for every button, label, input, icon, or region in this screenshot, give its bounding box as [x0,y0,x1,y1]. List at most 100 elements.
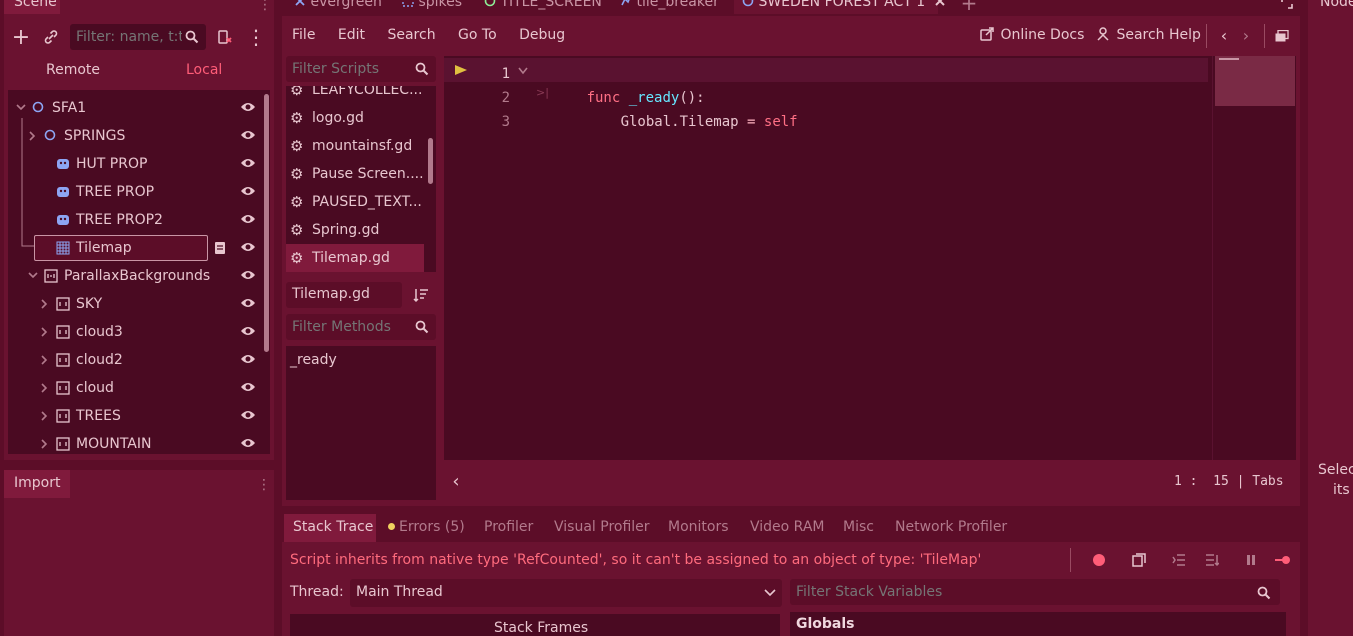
minimap[interactable] [1212,56,1296,460]
visibility-eye-icon[interactable] [240,409,256,421]
script-list-item[interactable]: ⚙ Tilemap.gd [286,244,424,272]
filter-methods-field[interactable] [286,314,436,340]
expand-arrow-icon[interactable] [40,383,50,393]
float-window-icon[interactable] [1274,28,1290,44]
expand-arrow-icon[interactable] [40,411,50,421]
editor-tab[interactable]: spikes [402,0,462,10]
visibility-eye-icon[interactable] [240,269,256,281]
maximize-icon[interactable] [1280,0,1294,10]
filter-methods-input[interactable] [292,318,410,336]
scene-node-row[interactable]: SFA1 [8,94,260,122]
scene-node-row[interactable]: MOUNTAIN [8,430,260,458]
menu-search[interactable]: Search [387,27,435,43]
collapse-panel-icon[interactable]: ‹ [450,471,462,492]
visibility-eye-icon[interactable] [240,101,256,113]
visibility-eye-icon[interactable] [240,129,256,141]
scene-node-row[interactable]: TREE PROP [8,178,260,206]
expand-arrow-icon[interactable] [40,355,50,365]
expand-arrow-icon[interactable] [28,131,38,141]
scene-node-row[interactable]: cloud [8,374,260,402]
step-over-icon[interactable] [1204,552,1220,568]
nav-forward-icon[interactable]: › [1240,26,1252,45]
script-icon[interactable] [214,241,226,255]
editor-tab[interactable]: TITLE_SCREEN [484,0,602,10]
filter-stack-field[interactable] [790,579,1280,605]
nav-back-icon[interactable]: ‹ [1218,26,1230,45]
script-list-scrollbar[interactable] [428,138,433,184]
menu-dots-icon[interactable]: ⋮ [258,0,272,13]
minimap-viewport[interactable] [1215,56,1295,106]
scene-filter-field[interactable] [70,24,206,50]
script-filter-input[interactable] [292,60,410,78]
node-dock-title[interactable]: Node [1320,0,1353,10]
debugger-tab[interactable]: Stack Trace [293,519,373,535]
menu-file[interactable]: File [292,27,315,43]
step-into-icon[interactable] [1171,552,1187,568]
scene-node-row[interactable]: ParallaxBackgrounds [8,262,260,290]
online-docs-button[interactable]: Online Docs [980,27,1084,43]
pause-icon[interactable] [1243,552,1259,568]
attach-script-icon[interactable] [216,28,234,46]
script-list-item[interactable]: ⚙ Pause Screen.... [286,160,424,188]
scene-node-row[interactable]: SKY [8,290,260,318]
add-node-icon[interactable]: + [12,25,30,50]
remote-tab[interactable]: Remote [46,62,100,78]
close-tab-icon[interactable] [934,0,946,7]
expand-arrow-icon[interactable] [16,103,26,113]
menu-goto[interactable]: Go To [458,27,497,43]
sort-icon[interactable] [412,286,430,304]
visibility-eye-icon[interactable] [240,157,256,169]
visibility-eye-icon[interactable] [240,213,256,225]
debugger-tab[interactable]: Errors (5) [388,519,465,535]
scene-node-row[interactable]: TREES [8,402,260,430]
debugger-tab[interactable]: Visual Profiler [554,519,650,535]
debugger-tab[interactable]: Network Profiler [895,519,1007,535]
scene-filter-input[interactable] [76,28,182,46]
globals-header[interactable]: Globals [790,612,1286,636]
scene-node-row[interactable]: cloud2 [8,346,260,374]
add-tab-icon[interactable]: + [960,0,978,15]
visibility-eye-icon[interactable] [240,381,256,393]
expand-arrow-icon[interactable] [40,299,50,309]
link-icon[interactable] [42,28,60,46]
local-tab[interactable]: Local [186,62,222,78]
thread-select[interactable]: Main Thread [350,579,782,607]
menu-edit[interactable]: Edit [338,27,365,43]
scene-node-row[interactable]: SPRINGS [8,122,260,150]
record-icon[interactable] [1092,553,1106,567]
expand-arrow-icon[interactable] [40,327,50,337]
copy-icon[interactable] [1131,552,1147,568]
scene-node-row[interactable]: HUT PROP [8,150,260,178]
editor-tab[interactable]: tile_breaker [620,0,719,10]
debugger-tab[interactable]: Profiler [484,519,533,535]
scene-scrollbar[interactable] [264,94,269,352]
debugger-tab[interactable]: Monitors [668,519,729,535]
method-item[interactable]: _ready [290,352,337,368]
script-list-item[interactable]: ⚙ PAUSED_TEXT... [286,188,424,216]
script-list-item[interactable]: ⚙ logo.gd [286,104,424,132]
search-help-button[interactable]: Search Help [1096,27,1201,43]
visibility-eye-icon[interactable] [240,241,256,253]
import-menu-icon[interactable]: ⋮ [257,474,271,496]
fold-arrow-icon[interactable] [518,66,528,76]
visibility-eye-icon[interactable] [240,325,256,337]
continue-icon[interactable] [1274,552,1292,568]
filter-stack-input[interactable] [796,583,1236,601]
visibility-eye-icon[interactable] [240,437,256,449]
menu-debug[interactable]: Debug [519,27,565,43]
code-editor[interactable]: 1 2 3 >| func _ready(): Global.Tilemap =… [444,56,1296,460]
visibility-eye-icon[interactable] [240,185,256,197]
visibility-eye-icon[interactable] [240,353,256,365]
debugger-tab[interactable]: Video RAM [750,519,825,535]
visibility-eye-icon[interactable] [240,297,256,309]
script-list-item[interactable]: ⚙ Spring.gd [286,216,424,244]
expand-arrow-icon[interactable] [40,439,50,449]
expand-arrow-icon[interactable] [28,271,38,281]
more-options-icon[interactable]: ⋮ [246,25,266,49]
editor-tab[interactable]: SWEDEN FOREST ACT 1 [742,0,946,10]
scene-node-row[interactable]: cloud3 [8,318,260,346]
editor-tab[interactable]: evergreen [294,0,382,10]
scene-node-row[interactable]: Tilemap [8,234,260,262]
script-list-item[interactable]: ⚙ mountainsf.gd [286,132,424,160]
scene-node-row[interactable]: TREE PROP2 [8,206,260,234]
